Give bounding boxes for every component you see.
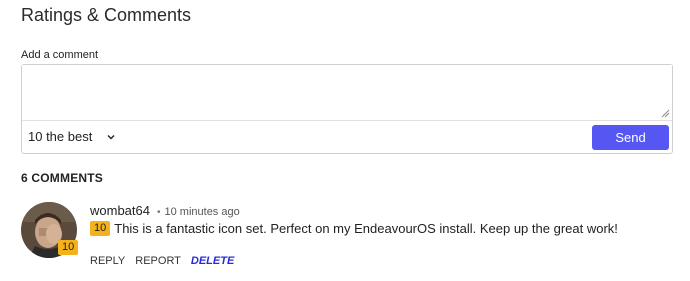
report-link[interactable]: REPORT (135, 255, 181, 267)
comment-author[interactable]: wombat64 (90, 203, 150, 218)
send-button[interactable]: Send (592, 125, 669, 150)
separator-dot: • (156, 207, 161, 218)
comment-timestamp: 10 minutes ago (164, 206, 240, 218)
rating-select[interactable]: 10 the best (28, 129, 116, 144)
rating-badge: 10 (90, 221, 111, 236)
resize-grip-icon[interactable] (661, 109, 670, 118)
comment-actions: REPLY REPORT DELETE (90, 255, 244, 267)
comment-textarea[interactable] (22, 65, 672, 121)
comment-item: 10 wombat64 • 10 minutes ago 10 This is … (21, 200, 671, 272)
add-comment-label: Add a comment (21, 49, 99, 61)
comment-header: wombat64 • 10 minutes ago (90, 203, 240, 218)
chevron-down-icon (107, 134, 115, 139)
comment-form: 10 the best Send (21, 64, 673, 154)
comment-body: 10 This is a fantastic icon set. Perfect… (90, 221, 618, 236)
reply-link[interactable]: REPLY (90, 255, 125, 267)
rating-select-value: 10 the best (28, 129, 93, 144)
section-title: Ratings & Comments (21, 5, 192, 25)
delete-link[interactable]: DELETE (191, 255, 234, 267)
avatar-rating-badge: 10 (58, 240, 79, 255)
comments-count: 6 COMMENTS (21, 171, 104, 185)
comment-text: This is a fantastic icon set. Perfect on… (114, 221, 618, 236)
